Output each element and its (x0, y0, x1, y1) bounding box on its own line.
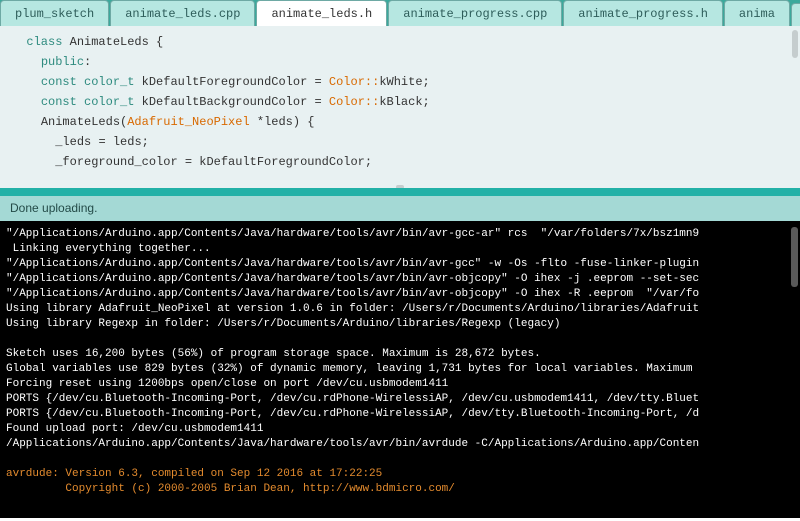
console-output[interactable]: "/Applications/Arduino.app/Contents/Java… (0, 221, 800, 503)
token-op: = (315, 75, 322, 89)
code-editor-pane[interactable]: class AnimateLeds { public: const color_… (0, 26, 800, 196)
console-line: Forcing reset using 1200bps open/close o… (6, 377, 794, 392)
code-line: const color_t kDefaultBackgroundColor = … (12, 92, 790, 112)
token-id: leds (113, 135, 142, 149)
token-op: ; (142, 135, 149, 149)
tab-animate-leds-cpp[interactable]: animate_leds.cpp (110, 0, 255, 26)
console-line: Using library Adafruit_NeoPixel at versi… (6, 302, 794, 317)
tab-animate-leds-h[interactable]: animate_leds.h (256, 0, 387, 26)
console-line: PORTS {/dev/cu.Bluetooth-Incoming-Port, … (6, 407, 794, 422)
console-line: "/Applications/Arduino.app/Contents/Java… (6, 257, 794, 272)
token-kw: const (41, 95, 77, 109)
code-line: AnimateLeds(Adafruit_NeoPixel *leds) { (12, 112, 790, 132)
token-scope: :: (365, 75, 379, 89)
code-editor[interactable]: class AnimateLeds { public: const color_… (0, 26, 800, 178)
token-kw: const (41, 75, 77, 89)
tab-plum-sketch[interactable]: plum_sketch (0, 0, 109, 26)
editor-scrollbar[interactable] (792, 30, 798, 170)
token-op: { (156, 35, 163, 49)
token-op: { (307, 115, 314, 129)
console-line: Linking everything together... (6, 242, 794, 257)
token-op: ; (365, 155, 372, 169)
console-pane: "/Applications/Arduino.app/Contents/Java… (0, 221, 800, 518)
console-line: "/Applications/Arduino.app/Contents/Java… (6, 272, 794, 287)
code-line: _foreground_color = kDefaultForegroundCo… (12, 152, 790, 172)
token-id: kWhite (379, 75, 422, 89)
token-op: ; (423, 75, 430, 89)
tab-label: animate_progress.cpp (403, 7, 547, 21)
console-scrollbar[interactable] (791, 221, 798, 518)
console-line: Copyright (c) 2000-2005 Brian Dean, http… (6, 482, 794, 497)
tab-animate-progress-cpp[interactable]: animate_progress.cpp (388, 0, 562, 26)
console-line: /Applications/Arduino.app/Contents/Java/… (6, 437, 794, 452)
console-line: "/Applications/Arduino.app/Contents/Java… (6, 227, 794, 242)
tab-label: animate_leds.cpp (125, 7, 240, 21)
token-id: kDefaultForegroundColor (199, 155, 365, 169)
token-id: kBlack (379, 95, 422, 109)
console-line: avrdude: Version 6.3, compiled on Sep 12… (6, 467, 794, 482)
token-type: color_t (84, 75, 134, 89)
token-kw: class (26, 35, 62, 49)
code-line: class AnimateLeds { (12, 32, 790, 52)
code-line: public: (12, 52, 790, 72)
token-op: = (98, 135, 105, 149)
status-text: Done uploading. (10, 201, 97, 215)
token-id: AnimateLeds (41, 115, 120, 129)
token-op: * (257, 115, 264, 129)
token-op: ) (293, 115, 300, 129)
console-line: Global variables use 829 bytes (32%) of … (6, 362, 794, 377)
token-type: color_t (84, 95, 134, 109)
token-id: _foreground_color (55, 155, 177, 169)
tab-label: plum_sketch (15, 7, 94, 21)
tab-label: anima (739, 7, 775, 21)
tab-anima[interactable]: anima (724, 0, 790, 26)
console-line: Sketch uses 16,200 bytes (56%) of progra… (6, 347, 794, 362)
console-line: PORTS {/dev/cu.Bluetooth-Incoming-Port, … (6, 392, 794, 407)
tab-label: animate_leds.h (271, 7, 372, 21)
token-id: _leds (55, 135, 91, 149)
token-scope: :: (365, 95, 379, 109)
console-line (6, 332, 794, 347)
console-line: Using library Regexp in folder: /Users/r… (6, 317, 794, 332)
code-line: _leds = leds; (12, 132, 790, 152)
status-bar: Done uploading. (0, 196, 800, 221)
token-op: : (84, 55, 91, 69)
tab-animate-progress-h[interactable]: animate_progress.h (563, 0, 723, 26)
code-line: const color_t kDefaultForegroundColor = … (12, 72, 790, 92)
token-op: ; (423, 95, 430, 109)
token-id: AnimateLeds (70, 35, 149, 49)
token-cls: Adafruit_NeoPixel (127, 115, 249, 129)
console-line: "/Applications/Arduino.app/Contents/Java… (6, 287, 794, 302)
token-op: = (185, 155, 192, 169)
token-id: kDefaultBackgroundColor (142, 95, 308, 109)
editor-scrollbar-thumb[interactable] (792, 30, 798, 58)
tab-bar: plum_sketch animate_leds.cpp animate_leds.… (0, 0, 800, 26)
token-acc: public (41, 55, 84, 69)
token-cls: Color (329, 95, 365, 109)
token-id: kDefaultForegroundColor (142, 75, 308, 89)
token-op: = (315, 95, 322, 109)
token-cls: Color (329, 75, 365, 89)
tab-label: animate_progress.h (578, 7, 708, 21)
token-id: leds (264, 115, 293, 129)
console-line: Found upload port: /dev/cu.usbmodem1411 (6, 422, 794, 437)
console-line (6, 452, 794, 467)
tab-overflow[interactable]: runn (791, 3, 800, 26)
console-scrollbar-thumb[interactable] (791, 227, 798, 287)
editor-resize-indicator (396, 185, 404, 189)
